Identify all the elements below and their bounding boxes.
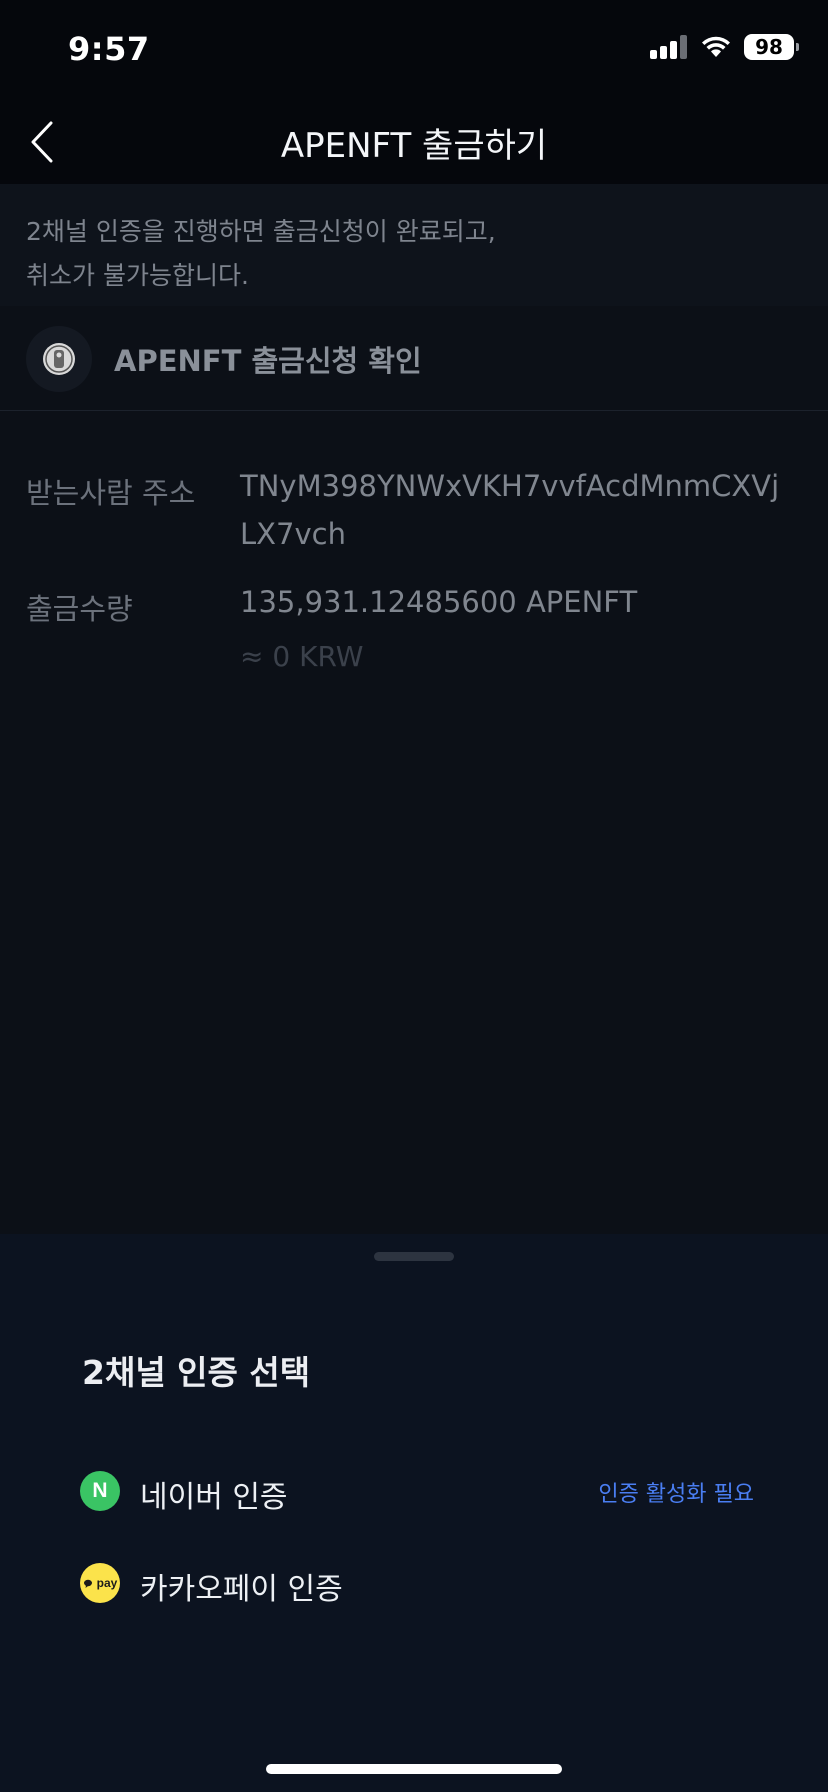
notice-text: 2채널 인증을 진행하면 출금신청이 완료되고, 취소가 불가능합니다. (26, 210, 496, 298)
address-label: 받는사람 주소 (26, 476, 196, 510)
option-kakaopay-auth[interactable]: pay 카카오페이 인증 (80, 1552, 760, 1612)
battery-icon: 98 (744, 34, 799, 60)
screen: 9:57 98 APENFT 출금하기 2채널 인증을 진행하면 출금신청이 완… (0, 0, 828, 1792)
coin-emblem-icon (43, 343, 75, 375)
confirm-title: APENFT 출금신청 확인 (114, 344, 422, 378)
option-naver-auth[interactable]: N 네이버 인증 인증 활성화 필요 (80, 1460, 760, 1520)
amount-label: 출금수량 (26, 592, 133, 626)
kakaopay-icon-text: pay (96, 1576, 118, 1590)
signal-icon (650, 35, 688, 59)
option-label: 네이버 인증 (140, 1480, 288, 1515)
home-indicator[interactable] (266, 1764, 562, 1774)
wifi-icon (702, 36, 730, 57)
address-value: TNyM398YNWxVKH7vvfAcdMnmCXVj LX7vch (240, 462, 779, 558)
status-time: 9:57 (68, 30, 150, 68)
withdraw-content: 2채널 인증을 진행하면 출금신청이 완료되고, 취소가 불가능합니다. APE… (0, 184, 828, 1234)
notice-line-1: 2채널 인증을 진행하면 출금신청이 완료되고, (26, 217, 496, 246)
confirm-row: APENFT 출금신청 확인 (0, 306, 828, 411)
page-title: APENFT 출금하기 (280, 126, 548, 166)
amount-value: 135,931.12485600 APENFT (240, 585, 638, 619)
naver-icon: N (80, 1471, 120, 1511)
battery-level: 98 (755, 35, 783, 59)
sheet-title: 2채널 인증 선택 (82, 1353, 311, 1392)
status-icons: 98 (650, 34, 799, 60)
auth-bottom-sheet: 2채널 인증 선택 N 네이버 인증 인증 활성화 필요 pay 카카오페이 인… (0, 1234, 828, 1792)
amount-krw: ≈ 0 KRW (240, 640, 364, 673)
activation-required-link[interactable]: 인증 활성화 필요 (598, 1476, 754, 1508)
option-label: 카카오페이 인증 (140, 1572, 343, 1607)
address-line-1: TNyM398YNWxVKH7vvfAcdMnmCXVj (240, 469, 780, 503)
sheet-drag-handle[interactable] (374, 1252, 454, 1261)
nav-header: APENFT 출금하기 (0, 100, 828, 184)
notice-banner: 2채널 인증을 진행하면 출금신청이 완료되고, 취소가 불가능합니다. (0, 184, 828, 306)
notice-line-2: 취소가 불가능합니다. (26, 261, 249, 290)
address-line-2: LX7vch (240, 517, 346, 551)
kakaopay-icon: pay (80, 1563, 120, 1603)
apenft-coin-logo (26, 326, 92, 392)
status-bar: 9:57 98 (0, 0, 828, 100)
